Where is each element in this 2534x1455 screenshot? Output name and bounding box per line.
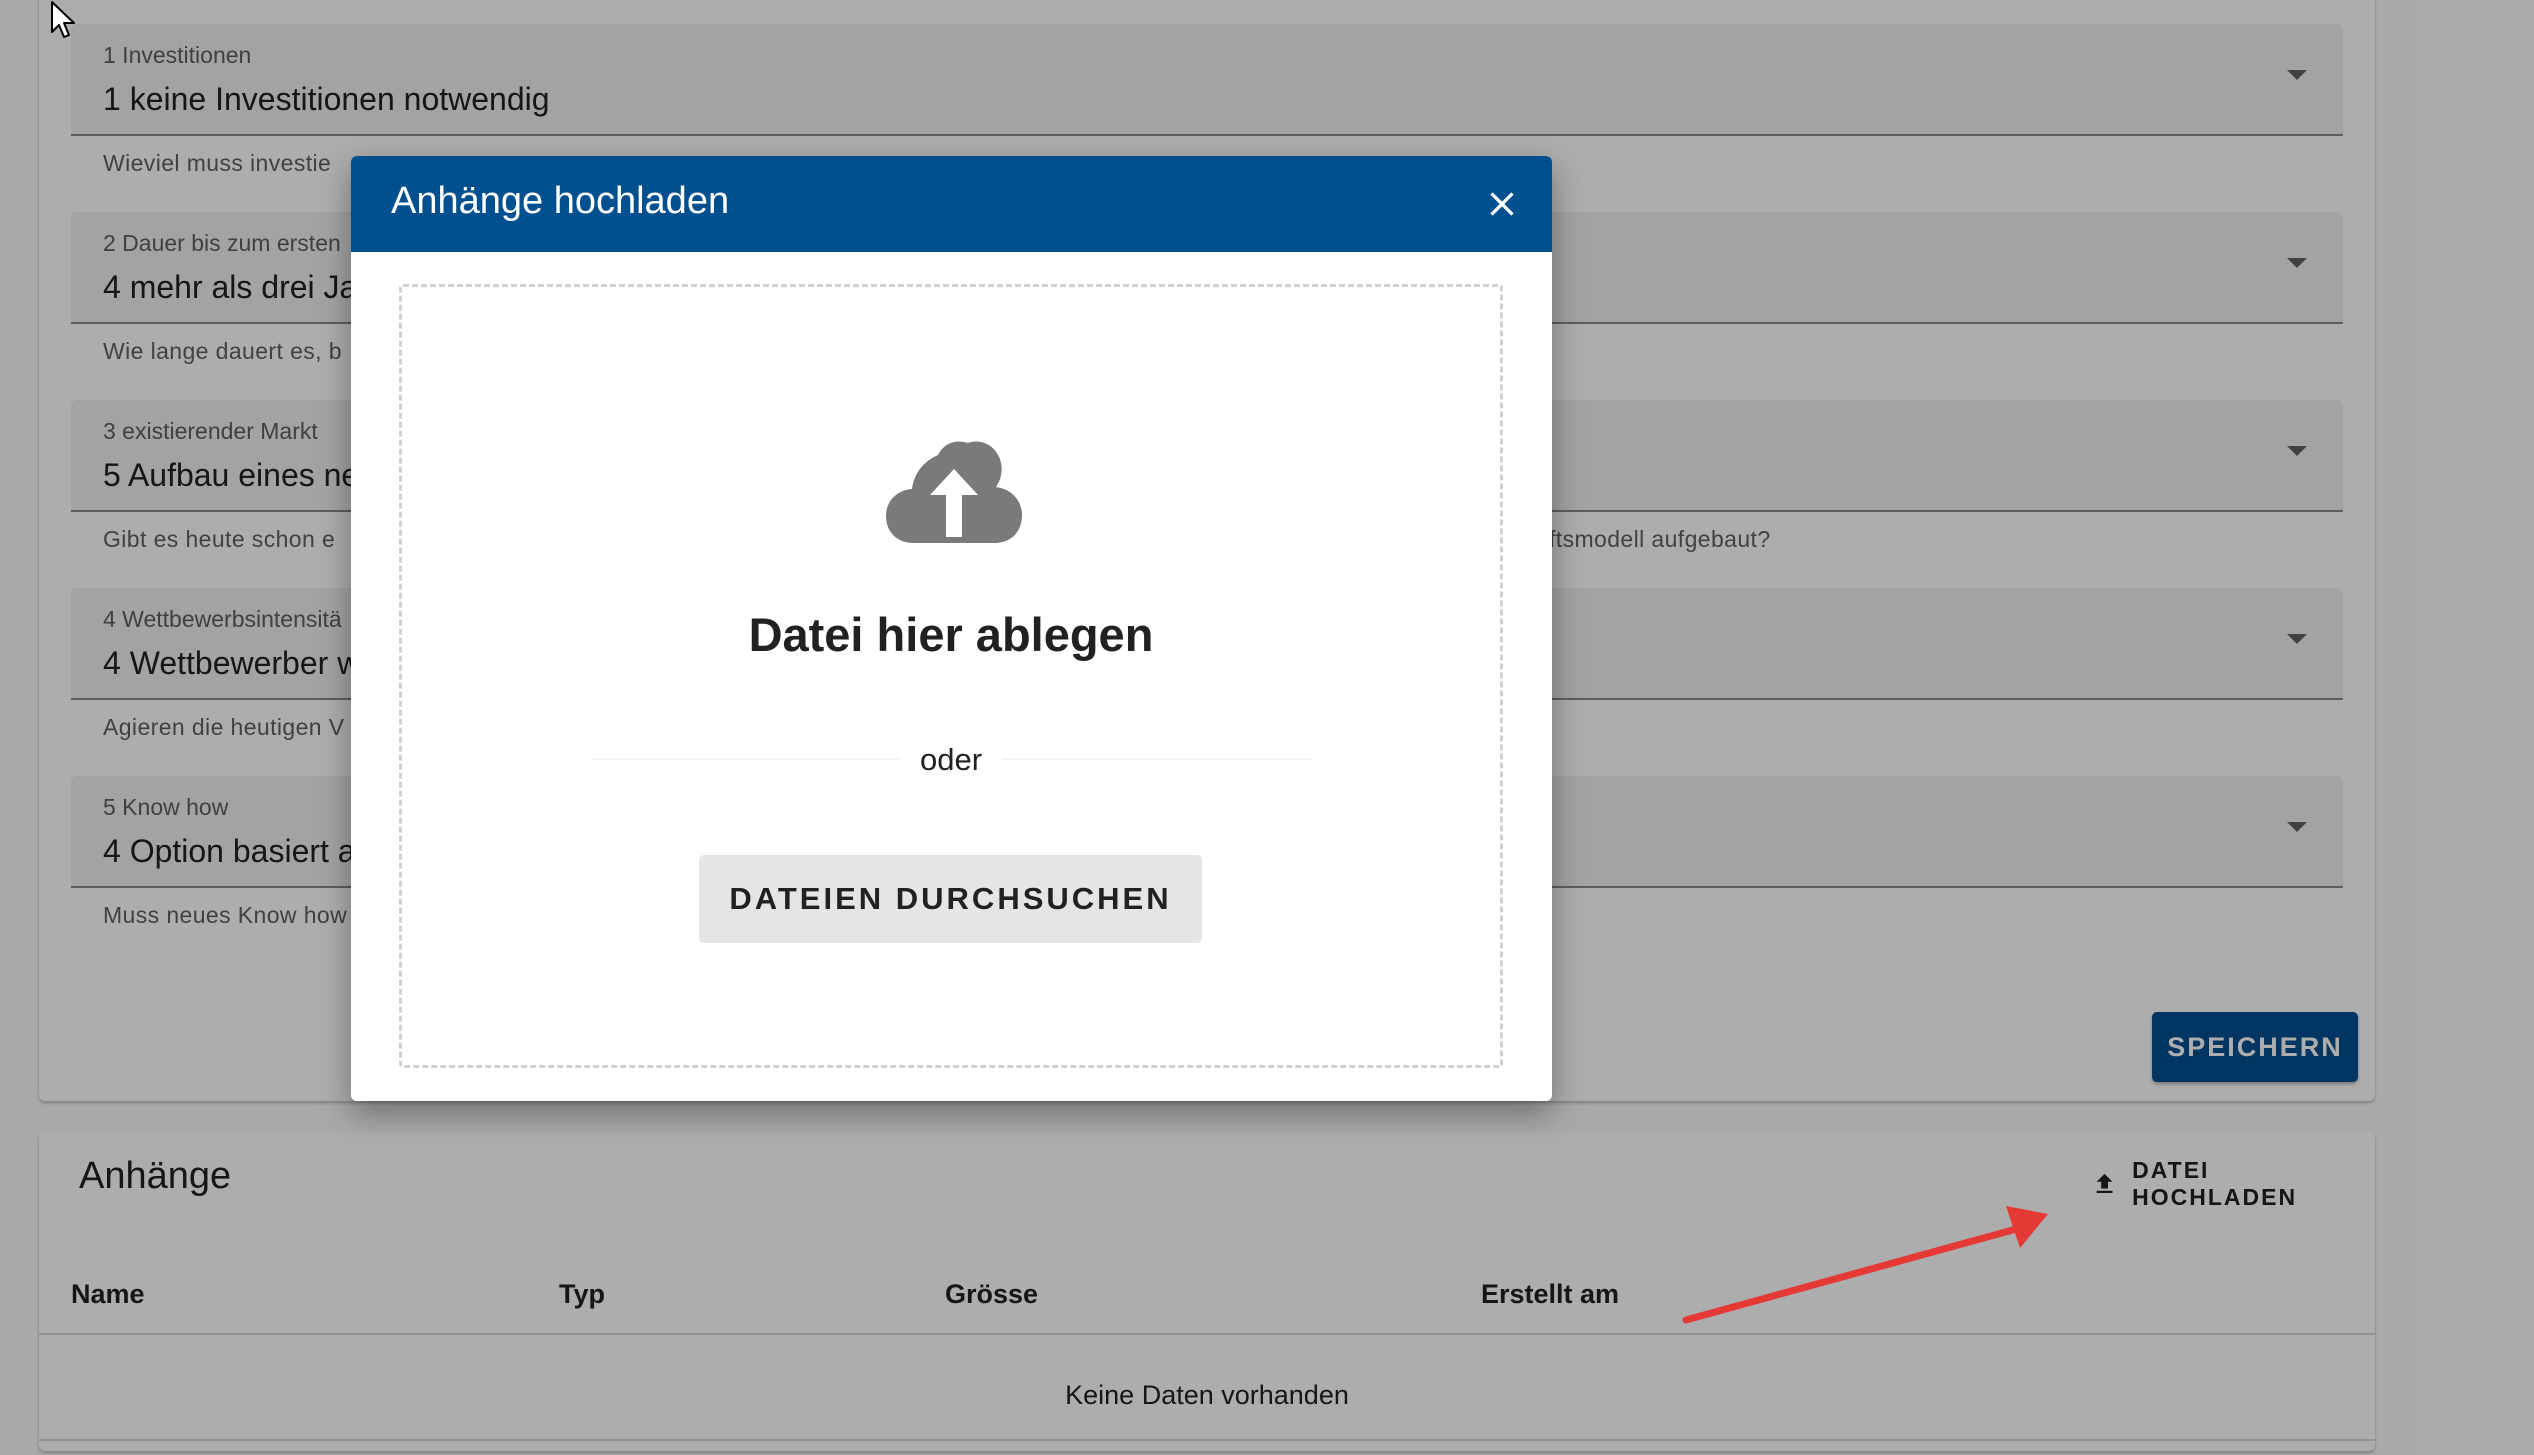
close-icon[interactable]	[1482, 184, 1522, 224]
cloud-upload-icon	[886, 441, 1022, 543]
dialog-header: Anhänge hochladen	[351, 156, 1552, 252]
file-dropzone[interactable]: Datei hier ablegen oder DATEIEN DURCHSUC…	[399, 284, 1503, 1068]
upload-attachments-dialog: Anhänge hochladen Datei hier ablegen ode…	[351, 156, 1552, 1101]
dialog-title: Anhänge hochladen	[391, 180, 730, 222]
mouse-cursor-icon	[51, 1, 75, 38]
browse-files-button[interactable]: DATEIEN DURCHSUCHEN	[699, 855, 1202, 943]
or-text: oder	[899, 742, 1003, 777]
drop-title: Datei hier ablegen	[748, 608, 1154, 661]
or-separator: oder	[402, 742, 1500, 778]
